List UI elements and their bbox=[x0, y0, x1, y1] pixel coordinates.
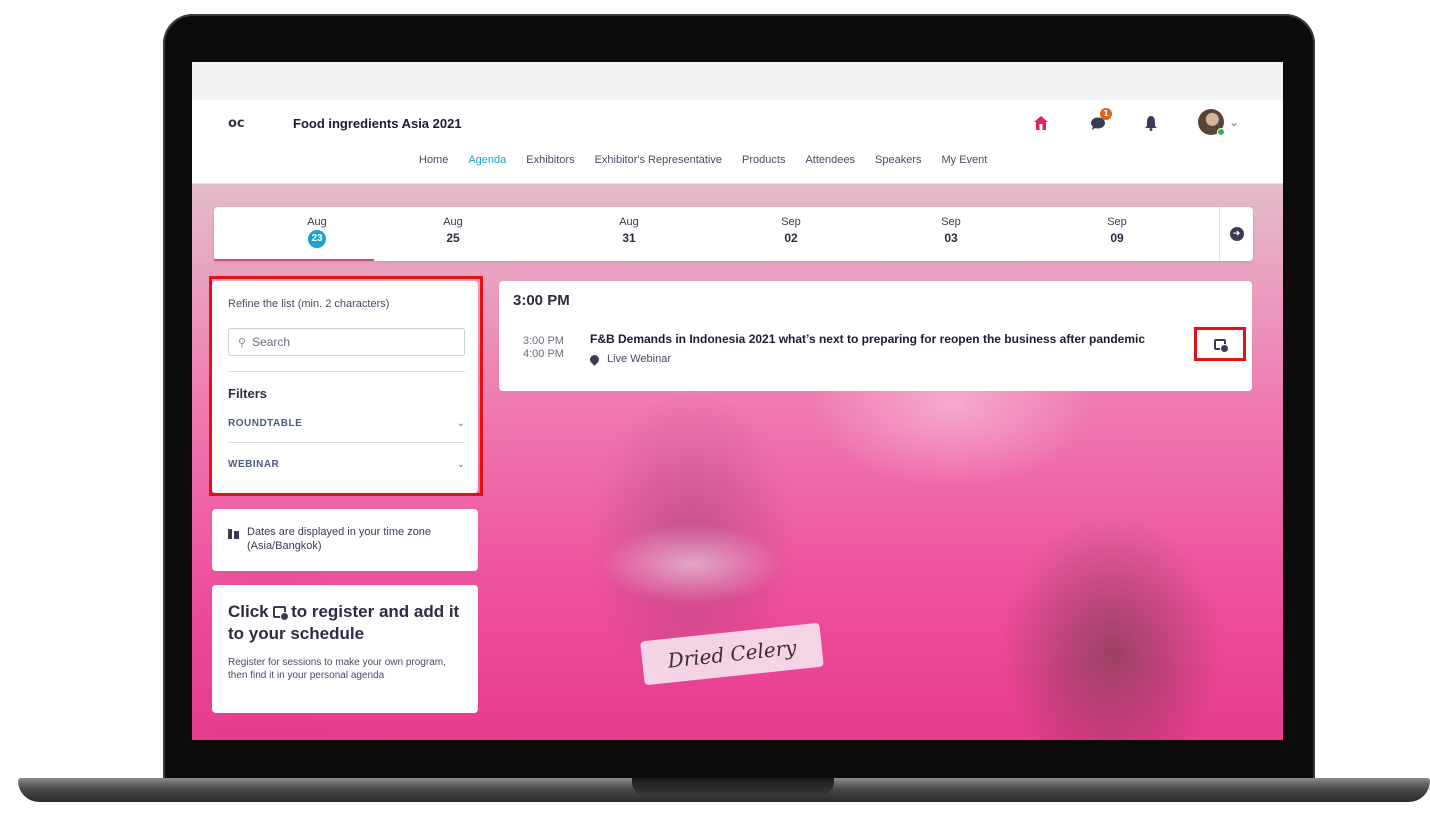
online-status-dot bbox=[1217, 128, 1225, 136]
laptop-notch bbox=[632, 778, 834, 796]
date-month: Aug bbox=[619, 216, 639, 228]
date-day: 23 bbox=[308, 230, 326, 248]
session-start-time: 3:00 PM bbox=[523, 335, 564, 347]
calendar-add-icon bbox=[1214, 338, 1229, 353]
date-selector: Aug 23 Aug 25 Aug 31 Sep 02 Sep 03 Sep 0… bbox=[214, 207, 1253, 261]
date-month: Sep bbox=[941, 216, 961, 228]
calendar-add-icon bbox=[273, 606, 290, 621]
main-nav: Home Agenda Exhibitors Exhibitor's Repre… bbox=[409, 154, 997, 166]
date-month: Sep bbox=[781, 216, 801, 228]
session-location: Live Webinar bbox=[588, 352, 671, 366]
nav-my-event[interactable]: My Event bbox=[931, 154, 997, 166]
date-tab-aug-31[interactable]: Aug 31 bbox=[589, 216, 669, 245]
nav-home[interactable]: Home bbox=[409, 154, 458, 166]
timezone-icon bbox=[228, 529, 239, 539]
chevron-down-icon[interactable]: ⌄ bbox=[1229, 115, 1239, 129]
timezone-card: Dates are displayed in your time zone (A… bbox=[212, 509, 478, 571]
nav-speakers[interactable]: Speakers bbox=[865, 154, 931, 166]
filter-highlight-box bbox=[209, 276, 483, 496]
date-month: Aug bbox=[307, 216, 327, 228]
register-hint-card: Click to register and add it to your sch… bbox=[212, 585, 478, 713]
session-location-label: Live Webinar bbox=[607, 353, 671, 365]
house-icon[interactable] bbox=[1030, 112, 1052, 134]
register-hint-title-part1: Click bbox=[228, 602, 274, 621]
date-day: 25 bbox=[446, 231, 460, 245]
session-title[interactable]: F&B Demands in Indonesia 2021 what’s nex… bbox=[590, 332, 1145, 346]
nav-agenda[interactable]: Agenda bbox=[458, 154, 516, 166]
session-end-time: 4:00 PM bbox=[523, 348, 564, 360]
date-day: 31 bbox=[622, 231, 636, 245]
register-hint-description: Register for sessions to make your own p… bbox=[228, 657, 446, 681]
location-pin-icon bbox=[588, 352, 601, 366]
date-tab-aug-25[interactable]: Aug 25 bbox=[413, 216, 493, 245]
avatar[interactable] bbox=[1198, 109, 1225, 136]
logo[interactable]: oc bbox=[228, 116, 245, 131]
selected-date-underline bbox=[214, 259, 374, 261]
date-tab-aug-23[interactable]: Aug 23 bbox=[277, 216, 357, 248]
nav-exhibitors-representative[interactable]: Exhibitor's Representative bbox=[585, 154, 732, 166]
nav-products[interactable]: Products bbox=[732, 154, 795, 166]
date-tab-sep-03[interactable]: Sep 03 bbox=[911, 216, 991, 245]
date-tab-sep-02[interactable]: Sep 02 bbox=[751, 216, 831, 245]
arrow-right-icon: ➜ bbox=[1229, 227, 1244, 241]
timezone-note: Dates are displayed in your time zone (A… bbox=[247, 526, 432, 552]
next-dates-button[interactable]: ➜ bbox=[1219, 207, 1253, 261]
laptop-screen: Dried Celery oc Food ingredients Asia 20… bbox=[192, 62, 1283, 740]
top-header: oc Food ingredients Asia 2021 Home Agend… bbox=[192, 100, 1283, 184]
jar-label: Dried Celery bbox=[640, 622, 824, 686]
date-month: Aug bbox=[443, 216, 463, 228]
notification-badge: 1 bbox=[1100, 108, 1112, 120]
event-title: Food ingredients Asia 2021 bbox=[293, 116, 462, 131]
date-day: 03 bbox=[944, 231, 958, 245]
time-slot-heading: 3:00 PM bbox=[513, 292, 570, 309]
session-card: 3:00 PM 3:00 PM 4:00 PM F&B Demands in I… bbox=[499, 281, 1252, 391]
bell-icon[interactable] bbox=[1140, 112, 1162, 134]
register-session-button[interactable] bbox=[1194, 327, 1246, 361]
date-day: 02 bbox=[784, 231, 798, 245]
date-month: Sep bbox=[1107, 216, 1127, 228]
nav-attendees[interactable]: Attendees bbox=[795, 154, 865, 166]
chat-icon[interactable]: 1 bbox=[1088, 108, 1112, 134]
session-time: 3:00 PM 4:00 PM bbox=[523, 335, 564, 361]
date-tab-sep-09[interactable]: Sep 09 bbox=[1077, 216, 1157, 245]
date-day: 09 bbox=[1110, 231, 1124, 245]
register-hint-title: Click to register and add it to your sch… bbox=[228, 601, 468, 645]
nav-exhibitors[interactable]: Exhibitors bbox=[516, 154, 584, 166]
